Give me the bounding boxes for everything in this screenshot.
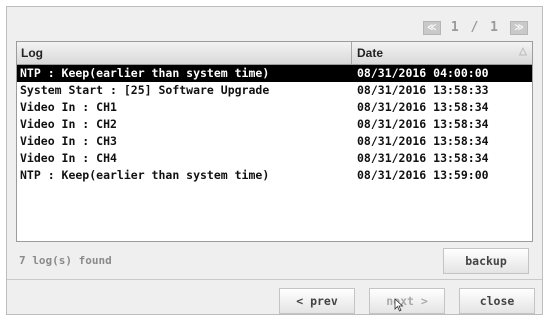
date-cell: 08/31/2016 13:59:00	[357, 168, 489, 182]
log-cell: System Start : [25] Software Upgrade	[20, 83, 270, 97]
column-header-date[interactable]: Date △	[352, 42, 532, 64]
mouse-pointer-icon	[394, 298, 404, 312]
column-header-log[interactable]: Log	[17, 42, 352, 64]
close-button[interactable]: close	[459, 288, 535, 314]
page-navigator: ≪ 1 / 1 ≫	[422, 20, 528, 35]
log-cell: NTP : Keep(earlier than system time)	[20, 66, 270, 80]
log-cell: NTP : Keep(earlier than system time)	[20, 168, 270, 182]
table-row[interactable]: Video In : CH4 08/31/2016 13:58:34	[17, 150, 532, 167]
table-row[interactable]: System Start : [25] Software Upgrade 08/…	[17, 82, 532, 99]
table-header: Log Date △	[17, 42, 532, 65]
column-header-date-label: Date	[357, 46, 384, 60]
table-row[interactable]: Video In : CH2 08/31/2016 13:58:34	[17, 116, 532, 133]
double-chevron-right-icon[interactable]: ≫	[510, 20, 528, 35]
page-indicator: 1 / 1	[450, 20, 500, 35]
date-cell: 08/31/2016 13:58:34	[357, 151, 489, 165]
date-cell: 08/31/2016 13:58:33	[357, 83, 489, 97]
logs-found-count: 7 log(s) found	[19, 254, 112, 267]
prev-button[interactable]: < prev	[279, 288, 355, 314]
sort-triangle-icon[interactable]: △	[518, 45, 528, 59]
date-cell: 08/31/2016 13:58:34	[357, 117, 489, 131]
log-cell: Video In : CH4	[20, 151, 117, 165]
table-row[interactable]: Video In : CH1 08/31/2016 13:58:34	[17, 99, 532, 116]
backup-button[interactable]: backup	[443, 248, 529, 274]
next-button[interactable]: next >	[369, 288, 445, 314]
table-row[interactable]: NTP : Keep(earlier than system time) 08/…	[17, 167, 532, 184]
date-cell: 08/31/2016 13:58:34	[357, 100, 489, 114]
log-cell: Video In : CH2	[20, 117, 117, 131]
log-cell: Video In : CH3	[20, 134, 117, 148]
log-search-dialog: ≪ 1 / 1 ≫ Log Date △ NTP : Keep(earlier …	[6, 6, 543, 315]
date-cell: 08/31/2016 13:58:34	[357, 134, 489, 148]
log-cell: Video In : CH1	[20, 100, 117, 114]
table-row[interactable]: Video In : CH3 08/31/2016 13:58:34	[17, 133, 532, 150]
footer-divider	[7, 279, 542, 280]
double-chevron-left-icon[interactable]: ≪	[422, 20, 441, 35]
table-row[interactable]: NTP : Keep(earlier than system time) 08/…	[17, 65, 532, 82]
date-cell: 08/31/2016 04:00:00	[357, 66, 489, 80]
log-table: Log Date △ NTP : Keep(earlier than syste…	[16, 41, 533, 242]
